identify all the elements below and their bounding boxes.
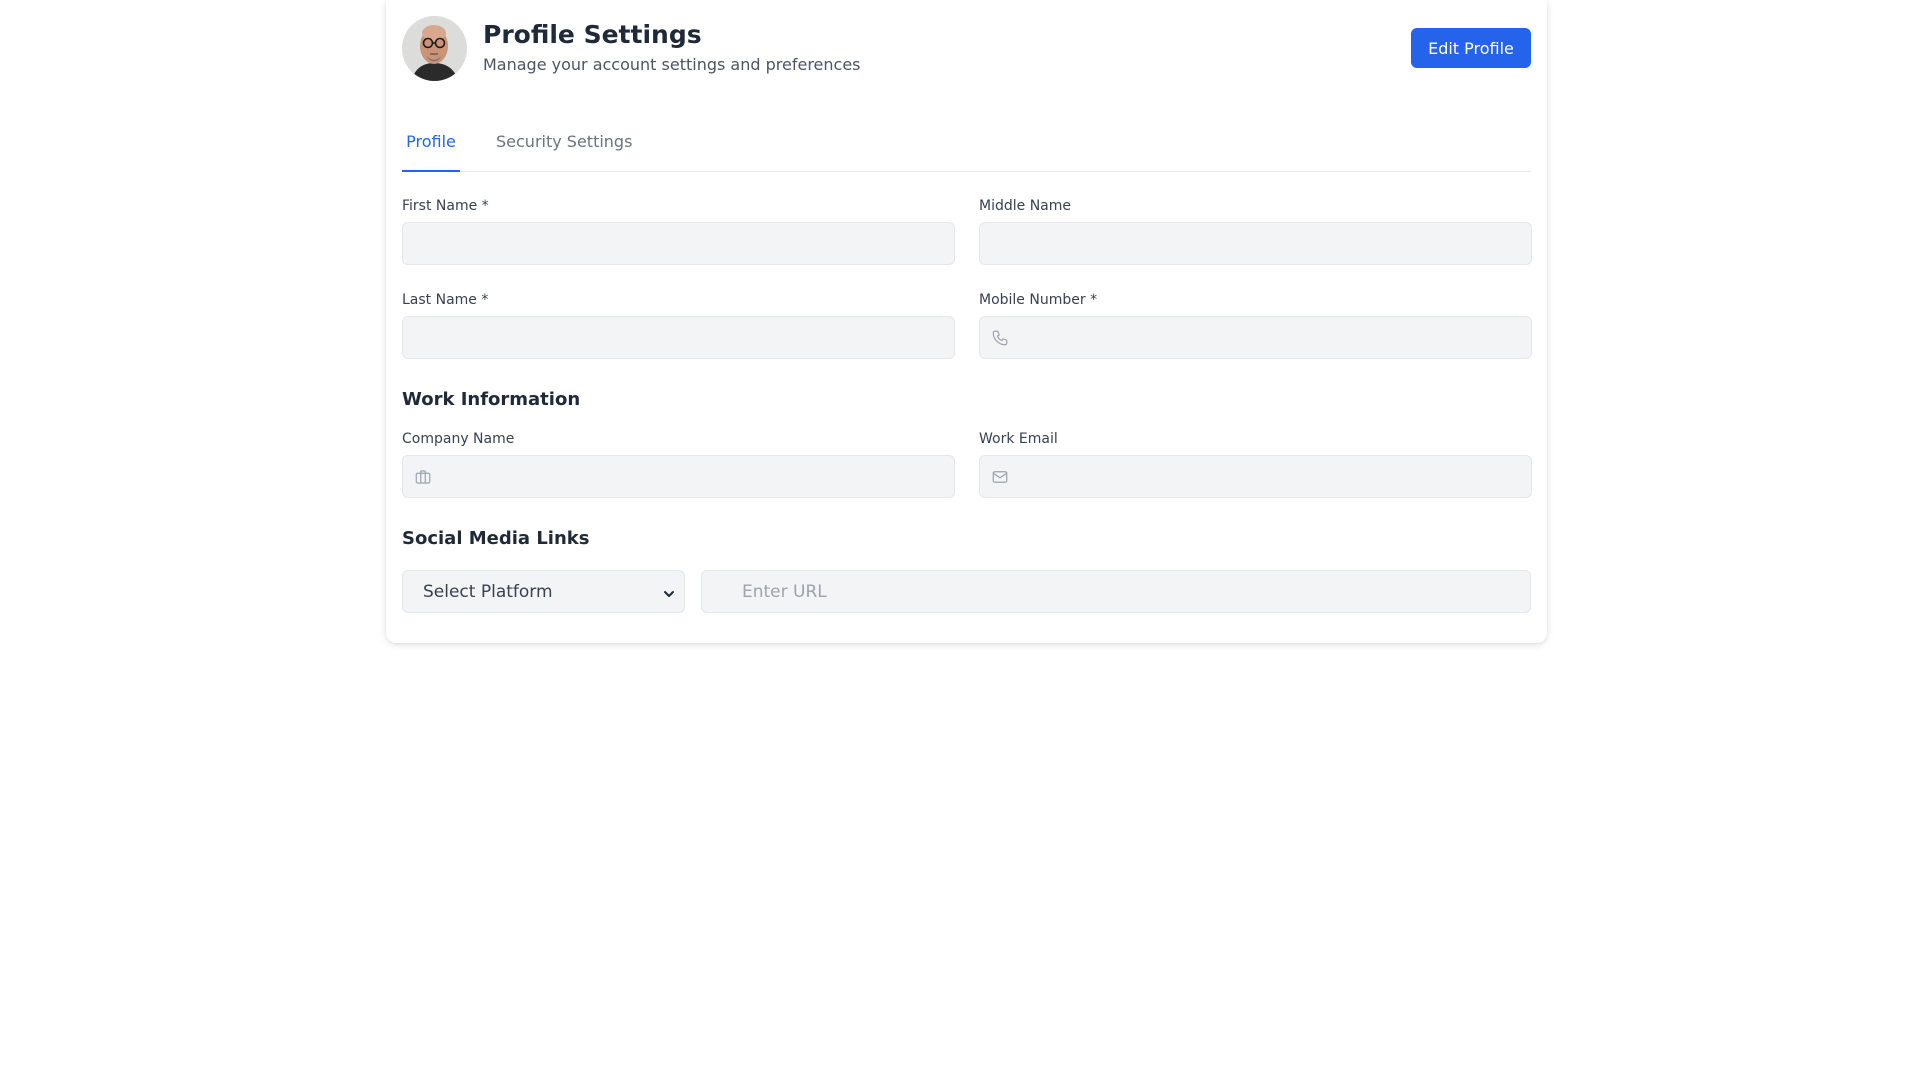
company-name-input[interactable] xyxy=(402,455,955,498)
last-name-field: Last Name * xyxy=(402,291,955,359)
page-subtitle: Manage your account settings and prefere… xyxy=(483,55,861,74)
mobile-number-label: Mobile Number * xyxy=(979,292,1098,308)
company-name-field: Company Name xyxy=(402,430,955,498)
profile-header: Profile Settings Manage your account set… xyxy=(402,16,1531,82)
work-email-label: Work Email xyxy=(979,431,1058,447)
platform-select[interactable]: Select Platform xyxy=(402,570,685,613)
platform-select-value: Select Platform xyxy=(423,582,553,602)
mobile-number-input[interactable] xyxy=(979,316,1532,359)
work-information-heading: Work Information xyxy=(402,389,581,410)
last-name-label: Last Name * xyxy=(402,292,489,308)
social-media-links-heading: Social Media Links xyxy=(402,528,590,549)
first-name-input[interactable] xyxy=(402,222,955,265)
phone-icon xyxy=(991,329,1009,347)
middle-name-input[interactable] xyxy=(979,222,1532,265)
avatar-portrait-icon xyxy=(402,16,467,81)
tab-security-settings[interactable]: Security Settings xyxy=(496,118,632,172)
briefcase-icon xyxy=(414,468,432,486)
social-url-placeholder: Enter URL xyxy=(742,582,827,602)
social-url-input[interactable]: Enter URL xyxy=(701,570,1531,613)
mail-icon xyxy=(991,468,1009,486)
work-email-field: Work Email xyxy=(979,430,1532,498)
chevron-down-icon xyxy=(662,586,676,600)
settings-tabs: Profile Security Settings xyxy=(402,118,1531,172)
page-title: Profile Settings xyxy=(483,20,702,49)
profile-settings-card: Profile Settings Manage your account set… xyxy=(386,0,1547,643)
first-name-label: First Name * xyxy=(402,198,489,214)
middle-name-label: Middle Name xyxy=(979,198,1071,214)
mobile-number-field: Mobile Number * xyxy=(979,291,1532,359)
edit-profile-button[interactable]: Edit Profile xyxy=(1411,28,1531,68)
last-name-input[interactable] xyxy=(402,316,955,359)
first-name-field: First Name * xyxy=(402,197,955,265)
company-name-label: Company Name xyxy=(402,431,515,447)
tab-profile[interactable]: Profile xyxy=(402,118,460,172)
avatar xyxy=(402,16,467,81)
work-email-input[interactable] xyxy=(979,455,1532,498)
middle-name-field: Middle Name xyxy=(979,197,1532,265)
